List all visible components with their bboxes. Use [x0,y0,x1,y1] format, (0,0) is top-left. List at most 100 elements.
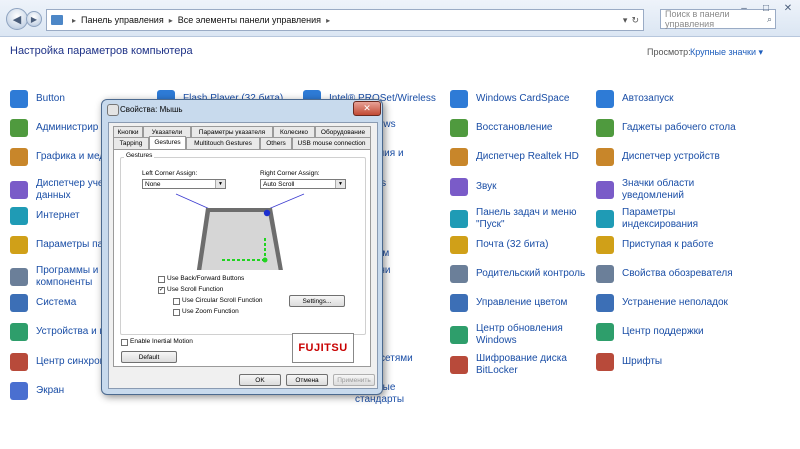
cancel-button[interactable]: Отмена [286,374,328,386]
cp-item-col5-2-label: Диспетчер устройств [622,151,720,162]
cp-item-col1-2[interactable]: Графика и меди [10,148,111,166]
tab-hardware[interactable]: Оборудование [315,126,371,137]
inertial-motion-checkbox[interactable] [121,339,128,346]
cp-item-col4-8-label: Центр обновления Windows [476,323,563,346]
dialog-close-button[interactable]: ✕ [353,101,381,116]
tab-buttons[interactable]: Кнопки [113,126,143,137]
tab-pointer-options[interactable]: Параметры указателя [191,126,273,137]
cp-item-col1-0-label: Button [36,93,65,104]
cp-item-col4-4-icon [450,210,468,228]
cp-item-col1-5[interactable]: Параметры пап [10,236,108,254]
cp-item-col1-6[interactable]: Программы и компоненты [10,265,98,289]
cp-item-col4-0[interactable]: Windows CardSpace [450,90,569,108]
refresh-icon[interactable]: ↻ [631,15,639,26]
cp-item-col1-1-icon [10,119,28,137]
ok-button[interactable]: OK [239,374,281,386]
cp-item-col1-10-label: Экран [36,385,65,396]
cp-item-col1-1[interactable]: Администрир [10,119,98,137]
breadcrumb[interactable]: ▸ Панель управления ▸ Все элементы панел… [46,9,644,31]
cp-item-col1-9[interactable]: Центр синхрони [10,353,111,371]
cp-item-col4-6-label: Родительский контроль [476,268,586,279]
cp-item-col5-6-icon [596,265,614,283]
cp-item-col1-3[interactable]: Диспетчер учет данных [10,178,108,202]
back-forward-checkbox[interactable] [158,276,165,283]
chevron-right-icon: ▸ [168,15,173,25]
cp-item-col4-8[interactable]: Центр обновления Windows [450,323,563,347]
breadcrumb-item[interactable]: Панель управления [81,15,164,25]
tab-gestures[interactable]: Gestures [149,136,186,150]
cp-item-col5-7[interactable]: Устранение неполадок [596,294,728,312]
maximize-button[interactable]: □ [755,0,777,16]
cp-item-col5-9-icon [596,353,614,371]
cp-item-col5-4-icon [596,210,614,228]
cp-item-col5-3[interactable]: Значки области уведомлений [596,178,694,202]
cp-item-col1-5-label: Параметры пап [36,239,109,250]
chevron-right-icon: ▸ [72,15,77,25]
apply-button[interactable]: Применить [333,374,375,386]
cp-item-col5-2[interactable]: Диспетчер устройств [596,148,720,166]
mouse-properties-dialog: Свойства: Мышь ✕ Кнопки Указатели Параме… [101,99,383,395]
back-icon[interactable]: ◀ [6,8,28,30]
brand-text: FUJITSU [298,342,348,354]
cp-item-col4-2[interactable]: Диспетчер Realtek HD [450,148,579,166]
cp-item-col5-1-icon [596,119,614,137]
cp-item-col5-0-label: Автозапуск [622,93,674,104]
cp-item-col4-9-icon [450,356,468,374]
cp-item-col1-5-icon [10,236,28,254]
cp-item-col4-4[interactable]: Панель задач и меню "Пуск" [450,207,576,231]
left-corner-pointer-line [175,193,213,211]
circular-scroll-checkbox[interactable] [173,298,180,305]
cp-item-col5-6[interactable]: Свойства обозревателя [596,265,733,283]
tab-multitouch-gestures[interactable]: Multitouch Gestures [186,137,260,149]
cp-item-col1-4-label: Интернет [36,210,80,221]
settings-button[interactable]: Settings... [289,295,345,307]
zoom-function-checkbox[interactable] [173,309,180,316]
dialog-body: Кнопки Указатели Параметры указателя Кол… [108,122,378,389]
cp-item-col1-9-label: Центр синхрони [36,356,111,367]
cp-item-col1-0-icon [10,90,28,108]
close-button[interactable]: ✕ [777,0,799,16]
cp-item-col4-3[interactable]: Звук [450,178,497,196]
cp-item-col5-8-label: Центр поддержки [622,326,704,337]
cp-item-col1-0[interactable]: Button [10,90,65,108]
cp-item-col1-2-icon [10,148,28,166]
cp-item-col1-7-icon [10,294,28,312]
page-title: Настройка параметров компьютера [10,45,193,57]
dropdown-arrow-icon[interactable]: ▾ [623,15,628,26]
tab-wheel[interactable]: Колесико [273,126,315,137]
cp-item-col5-5-icon [596,236,614,254]
tab-tapping[interactable]: Tapping [113,137,149,149]
cp-item-col4-9[interactable]: Шифрование диска BitLocker [450,353,567,377]
cp-item-col4-2-icon [450,148,468,166]
cp-item-col1-7[interactable]: Система [10,294,76,312]
cp-item-col5-1-label: Гаджеты рабочего стола [622,122,736,133]
view-dropdown[interactable]: Крупные значки ▾ [690,47,763,58]
cp-item-col4-0-label: Windows CardSpace [476,93,570,104]
cp-item-col4-3-icon [450,178,468,196]
cp-item-col5-8[interactable]: Центр поддержки [596,323,704,341]
cp-item-col4-0-icon [450,90,468,108]
default-button[interactable]: Default [121,351,177,363]
tab-usb-mouse-connection[interactable]: USB mouse connection [292,137,371,149]
cp-item-col1-4[interactable]: Интернет [10,207,80,225]
cp-item-col5-9[interactable]: Шрифты [596,353,662,371]
cp-item-col5-4[interactable]: Параметры индексирования [596,207,698,231]
cp-item-col4-7[interactable]: Управление цветом [450,294,567,312]
scroll-function-checkbox[interactable]: ✓ [158,287,165,294]
minimize-button[interactable]: – [733,0,755,16]
forward-icon[interactable]: ▶ [26,11,42,27]
tab-others[interactable]: Others [260,137,292,149]
cp-item-col5-0[interactable]: Автозапуск [596,90,674,108]
cp-item-col5-1[interactable]: Гаджеты рабочего стола [596,119,736,137]
touchpad-surface [201,212,279,270]
zoom-function-label: Use Zoom Function [182,308,239,315]
cp-item-col4-1[interactable]: Восстановление [450,119,553,137]
cp-item-col1-8[interactable]: Устройства и пр [10,323,110,341]
cp-item-col4-4-label: Панель задач и меню "Пуск" [476,207,577,230]
cp-item-col5-5[interactable]: Приступая к работе [596,236,714,254]
breadcrumb-item[interactable]: Все элементы панели управления [178,15,321,25]
circular-scroll-label: Use Circular Scroll Function [182,297,263,304]
cp-item-col1-10[interactable]: Экран [10,382,64,400]
cp-item-col4-5[interactable]: Почта (32 бита) [450,236,548,254]
cp-item-col4-6[interactable]: Родительский контроль [450,265,585,283]
